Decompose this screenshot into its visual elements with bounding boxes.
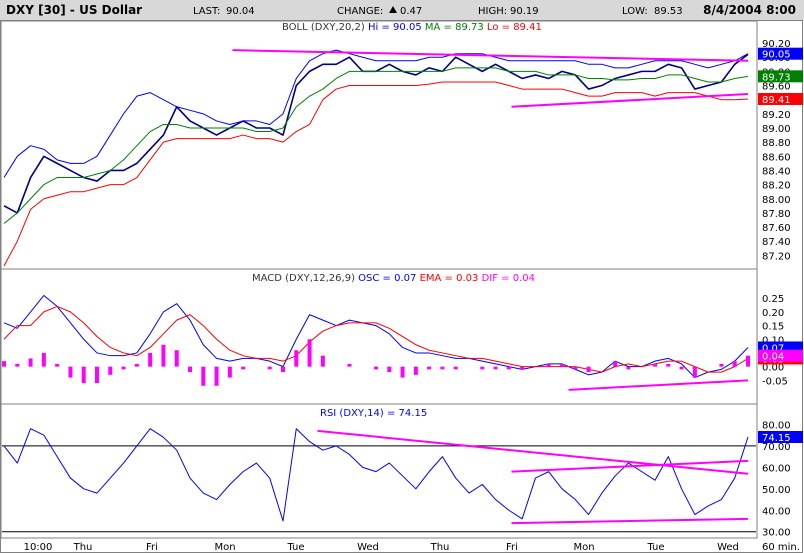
price-caption-hi-label: Hi xyxy=(368,22,378,33)
rsi-ytick-label: 30.00 xyxy=(762,528,791,539)
price-ytick-label: 87.80 xyxy=(762,209,791,220)
rsi-ytick-label: 40.00 xyxy=(762,506,791,517)
macd-ytick-label: 0.25 xyxy=(762,294,784,305)
x-tick-label: Fri xyxy=(146,542,158,553)
price-ytick-label: 87.20 xyxy=(762,251,791,262)
macd-caption-dif-label: DIF xyxy=(482,273,499,284)
rsi-ytick-label: 50.00 xyxy=(762,485,791,496)
chart-canvas: DXY [30] - US Dollar LAST: 90.04 CHANGE:… xyxy=(0,0,804,553)
macd-panel-caption: MACD (DXY,12,26,9) OSC = 0.07 EMA = 0.03… xyxy=(252,273,535,284)
rsi-caption-prefix: RSI (DXY,14) xyxy=(320,408,384,419)
series-layer: 90.05 89.73 89.41 0.07 0.03 0.04 74.15 xyxy=(2,47,803,525)
macd-caption-osc-label: OSC xyxy=(358,273,379,284)
change-value: 0.47 xyxy=(400,6,422,17)
chart-datetime: 8/4/2004 8:00 xyxy=(703,3,796,17)
x-tick-label: Mon xyxy=(214,542,235,553)
price-panel-caption: BOLL (DXY,20,2) Hi = 90.05 MA = 89.73 Lo… xyxy=(282,22,542,33)
change-label: CHANGE: xyxy=(337,6,383,17)
rsi-rsi-line xyxy=(3,428,749,522)
macd-panel xyxy=(0,268,758,405)
price-ytick-label: 88.40 xyxy=(762,166,791,177)
macd-ytick-label: 0.15 xyxy=(762,322,784,333)
chart-title: DXY [30] - US Dollar xyxy=(6,3,142,17)
macd-caption-osc-value: 0.07 xyxy=(394,273,416,284)
rsi-trendline-line xyxy=(511,517,749,525)
price-caption-hi-value: 90.05 xyxy=(393,22,422,33)
x-tick-label: Thu xyxy=(73,542,93,553)
macd-ema-line xyxy=(3,305,749,373)
price-ytick-label: 88.00 xyxy=(762,195,791,206)
axes-layer: 90.2090.0089.8089.6089.4089.2089.0088.80… xyxy=(2,39,791,553)
macd-value-tag-text: 0.04 xyxy=(762,352,784,363)
macd-trendline-line xyxy=(568,379,749,391)
x-tick-label: Fri xyxy=(506,542,518,553)
price-caption-lo-value: 89.41 xyxy=(513,22,542,33)
price-ma-line xyxy=(3,67,749,224)
high-label: HIGH: xyxy=(478,6,507,17)
rsi-caption-value: 74.15 xyxy=(399,408,428,419)
x-tick-label: Wed xyxy=(717,542,739,553)
x-tick-label: Wed xyxy=(357,542,379,553)
price-ytick-label: 89.20 xyxy=(762,110,791,121)
last-value: 90.04 xyxy=(226,6,255,17)
rsi-panel xyxy=(0,403,758,539)
price-caption-prefix: BOLL (DXY,20,2) xyxy=(282,22,365,33)
price-ytick-label: 87.60 xyxy=(762,223,791,234)
macd-ytick-label: -0.05 xyxy=(762,376,788,387)
last-label: LAST: xyxy=(193,6,220,17)
interval-label: 60 min. xyxy=(762,542,800,553)
low-value: 89.53 xyxy=(654,6,683,17)
price-lo-line xyxy=(3,81,749,267)
price-caption-ma-label: MA xyxy=(425,22,441,33)
price-caption-ma-value: 89.73 xyxy=(455,22,484,33)
price-value-tag-text: 89.73 xyxy=(762,72,791,83)
price-trendline-line xyxy=(511,93,749,108)
rsi-ytick-label: 60.00 xyxy=(762,463,791,474)
price-ytick-label: 88.20 xyxy=(762,181,791,192)
macd-caption-prefix: MACD (DXY,12,26,9) xyxy=(252,273,355,284)
price-hi-line xyxy=(3,49,749,178)
price-value-tag-text: 90.05 xyxy=(762,50,791,61)
rsi-panel-caption: RSI (DXY,14) = 74.15 xyxy=(320,408,427,419)
price-caption-lo-label: Lo xyxy=(487,22,499,33)
x-tick-label: Tue xyxy=(646,542,664,553)
rsi-ytick-label: 80.00 xyxy=(762,420,791,431)
x-tick-label: Thu xyxy=(430,542,450,553)
price-ytick-label: 88.60 xyxy=(762,152,791,163)
high-value: 90.19 xyxy=(510,6,539,17)
price-value-tag-text: 89.41 xyxy=(762,95,791,106)
price-ytick-label: 89.00 xyxy=(762,124,791,135)
rsi-value-tag-text: 74.15 xyxy=(762,433,791,444)
price-price-line xyxy=(3,53,749,214)
x-tick-label: Mon xyxy=(573,542,594,553)
price-ytick-label: 88.80 xyxy=(762,138,791,149)
macd-caption-dif-value: 0.04 xyxy=(513,273,535,284)
x-tick-label: Tue xyxy=(286,542,304,553)
price-ytick-label: 87.40 xyxy=(762,237,791,248)
macd-caption-ema-label: EMA xyxy=(420,273,442,284)
macd-ytick-label: 0.20 xyxy=(762,308,784,319)
price-trendline-line xyxy=(232,49,749,62)
macd-caption-ema-value: 0.03 xyxy=(456,273,478,284)
low-label: LOW: xyxy=(622,6,648,17)
chart-border xyxy=(0,20,803,553)
x-tick-label: 10:00 xyxy=(24,542,53,553)
